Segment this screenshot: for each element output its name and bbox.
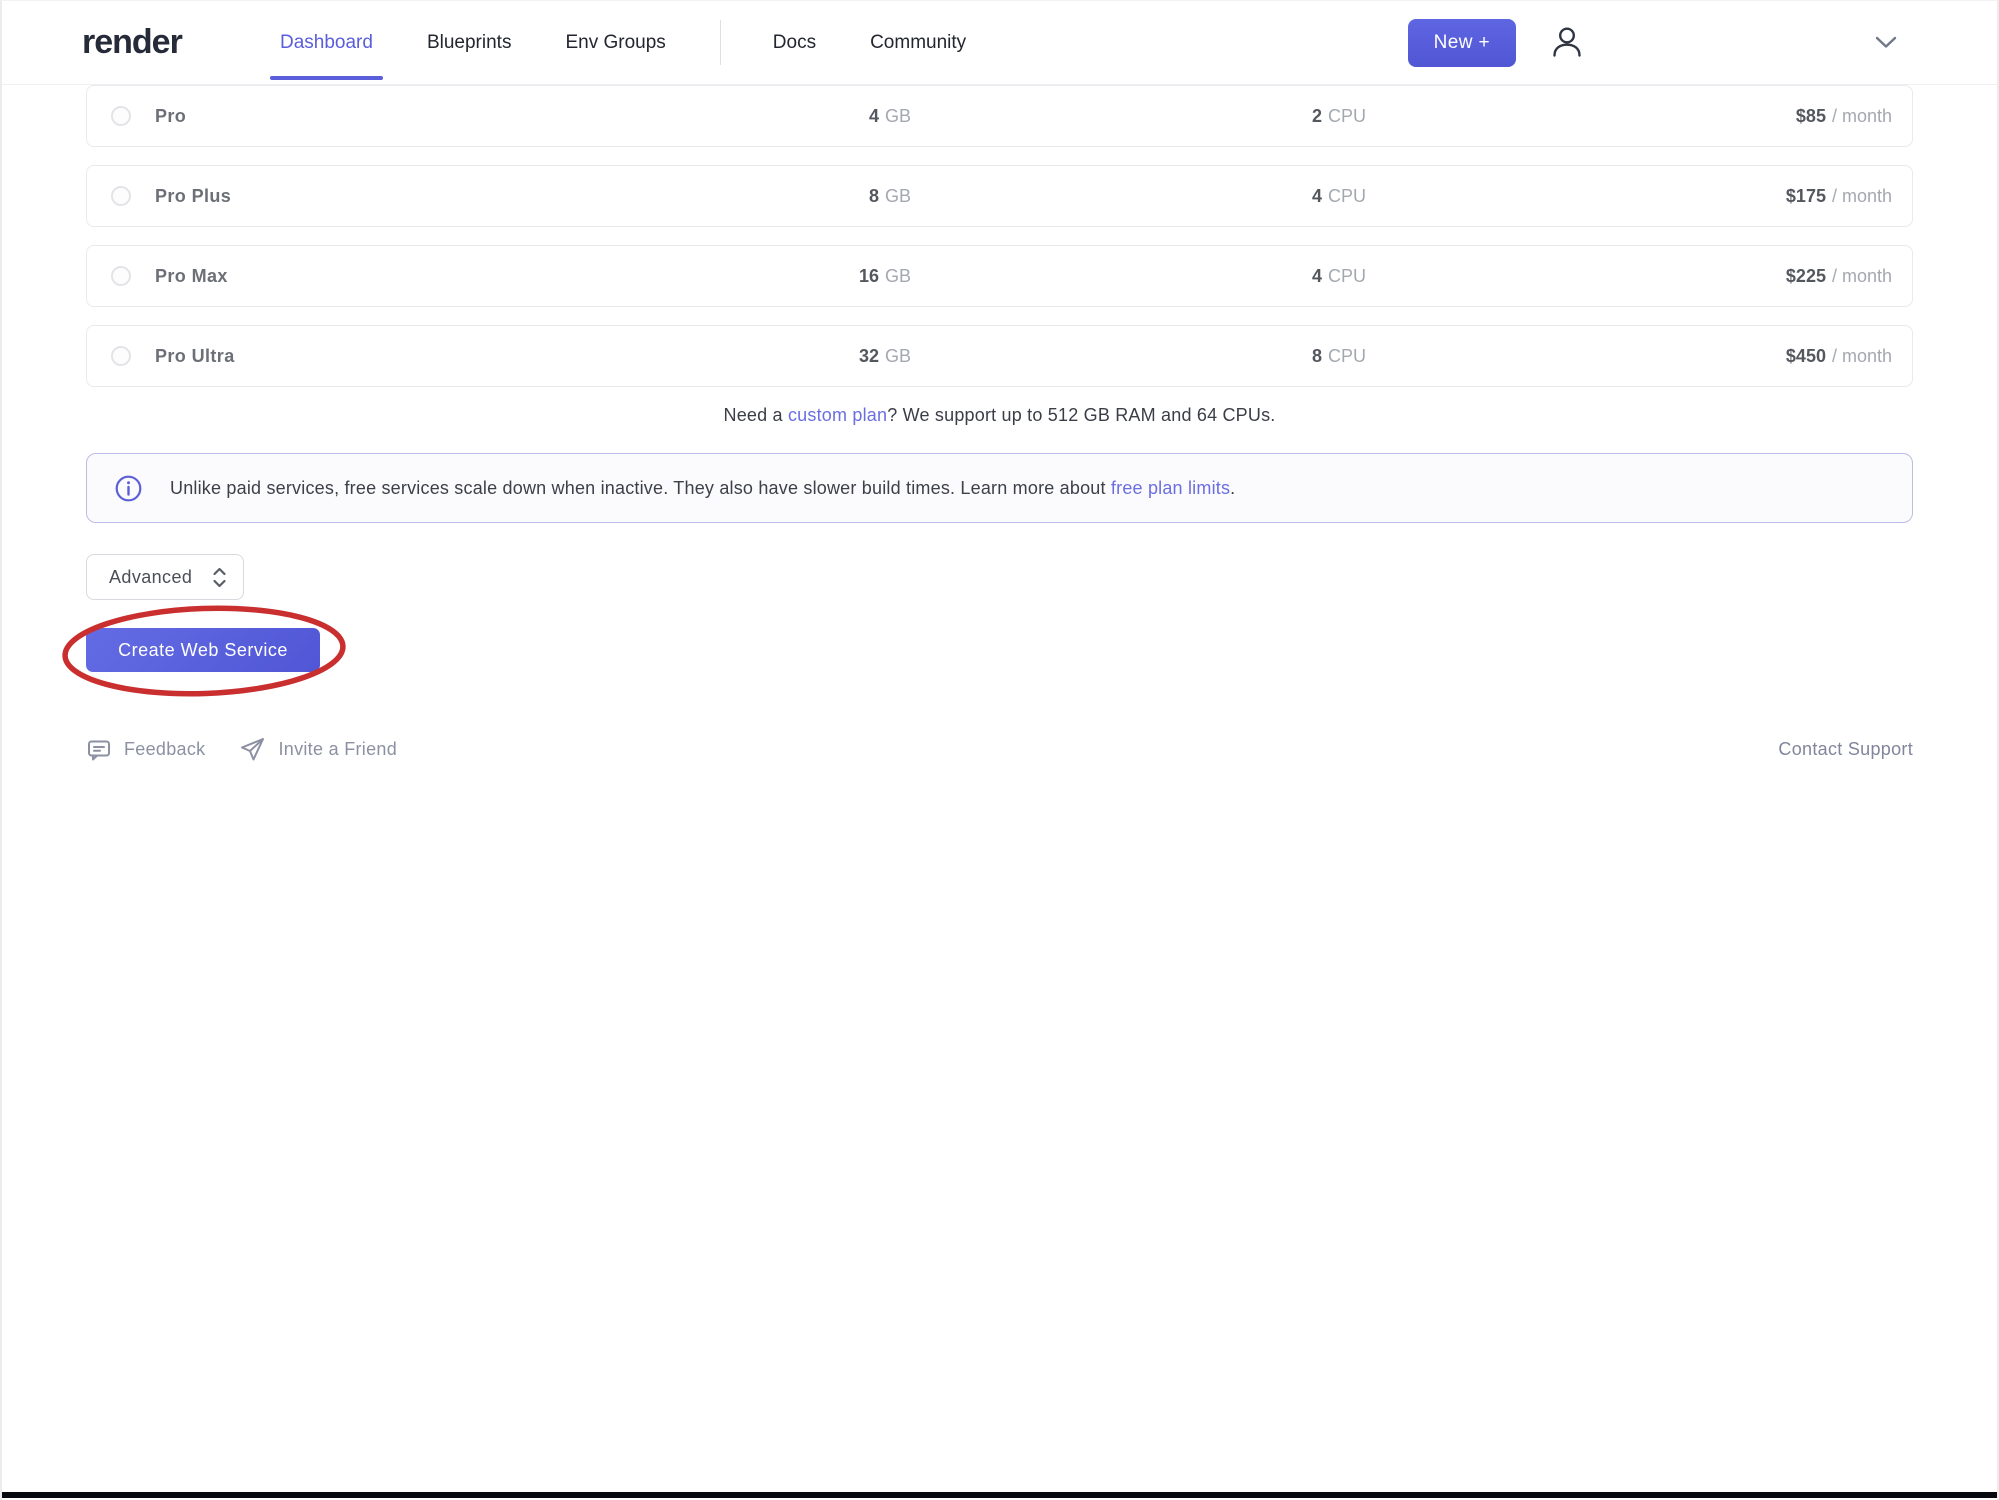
sort-chevrons-icon — [212, 566, 227, 589]
plan-price: $450/ month — [1366, 346, 1892, 367]
plan-name: Pro Plus — [155, 186, 231, 207]
plan-row-pro-max[interactable]: Pro Max 16GB 4CPU $225/ month — [86, 245, 1913, 307]
info-text-suffix: . — [1230, 478, 1235, 498]
info-text-body: Unlike paid services, free services scal… — [170, 478, 1111, 498]
bottom-window-edge — [2, 1492, 1997, 1498]
feedback-link[interactable]: Feedback — [86, 737, 205, 763]
plan-cpu: 8CPU — [911, 346, 1366, 367]
custom-plan-link[interactable]: custom plan — [788, 405, 887, 425]
plan-name: Pro — [155, 106, 186, 127]
custom-plan-suffix: ? We support up to 512 GB RAM and 64 CPU… — [887, 405, 1275, 425]
free-plan-info-banner: Unlike paid services, free services scal… — [86, 453, 1913, 523]
radio-button-pro-max[interactable] — [111, 266, 131, 286]
info-icon — [115, 475, 142, 502]
free-plan-limits-link[interactable]: free plan limits — [1111, 478, 1230, 498]
invite-friend-link[interactable]: Invite a Friend — [239, 736, 397, 763]
top-nav: render Dashboard Blueprints Env Groups D… — [2, 1, 1997, 85]
plan-ram: 8GB — [531, 186, 911, 207]
plan-price: $85/ month — [1366, 106, 1892, 127]
plan-cpu: 4CPU — [911, 186, 1366, 207]
nav-link-docs[interactable]: Docs — [773, 1, 816, 84]
radio-button-pro-ultra[interactable] — [111, 346, 131, 366]
plan-ram: 32GB — [531, 346, 911, 367]
plan-price: $175/ month — [1366, 186, 1892, 207]
plan-row-pro-ultra[interactable]: Pro Ultra 32GB 8CPU $450/ month — [86, 325, 1913, 387]
plan-row-pro[interactable]: Pro 4GB 2CPU $85/ month — [86, 85, 1913, 147]
new-button[interactable]: New + — [1408, 19, 1516, 67]
primary-nav: Dashboard Blueprints Env Groups Docs Com… — [280, 1, 1020, 84]
plan-list: Pro 4GB 2CPU $85/ month Pro Plus 8GB 4CP… — [86, 85, 1913, 387]
nav-tab-env-groups[interactable]: Env Groups — [565, 1, 665, 84]
page-footer: Feedback Invite a Friend Contact Support — [86, 736, 1913, 763]
nav-divider — [720, 20, 721, 65]
nav-tab-blueprints[interactable]: Blueprints — [427, 1, 512, 84]
advanced-toggle[interactable]: Advanced — [86, 554, 244, 600]
plan-cpu: 4CPU — [911, 266, 1366, 287]
nav-right-controls: New + — [1408, 1, 1997, 84]
contact-support-link[interactable]: Contact Support — [1778, 739, 1913, 760]
chevron-down-icon[interactable] — [1875, 36, 1897, 49]
feedback-chat-icon — [86, 737, 112, 763]
main-content: Pro 4GB 2CPU $85/ month Pro Plus 8GB 4CP… — [86, 85, 1913, 763]
advanced-label: Advanced — [109, 567, 192, 588]
info-banner-text: Unlike paid services, free services scal… — [170, 478, 1235, 499]
plan-row-pro-plus[interactable]: Pro Plus 8GB 4CPU $175/ month — [86, 165, 1913, 227]
render-logo[interactable]: render — [82, 23, 200, 62]
create-web-service-button[interactable]: Create Web Service — [86, 628, 320, 672]
custom-plan-note: Need a custom plan? We support up to 512… — [86, 405, 1913, 426]
plan-cpu: 2CPU — [911, 106, 1366, 127]
radio-button-pro[interactable] — [111, 106, 131, 126]
plan-ram: 16GB — [531, 266, 911, 287]
create-button-area: Create Web Service — [86, 628, 320, 672]
user-avatar-icon[interactable] — [1546, 22, 1588, 64]
nav-link-community[interactable]: Community — [870, 1, 966, 84]
nav-tab-dashboard[interactable]: Dashboard — [280, 1, 373, 84]
custom-plan-prefix: Need a — [724, 405, 788, 425]
invite-label: Invite a Friend — [278, 739, 397, 760]
radio-button-pro-plus[interactable] — [111, 186, 131, 206]
render-create-service-page: render Dashboard Blueprints Env Groups D… — [0, 0, 1999, 1500]
feedback-label: Feedback — [124, 739, 205, 760]
plan-price: $225/ month — [1366, 266, 1892, 287]
paper-plane-icon — [239, 736, 266, 763]
plan-ram: 4GB — [531, 106, 911, 127]
plan-name: Pro Max — [155, 266, 228, 287]
plan-name: Pro Ultra — [155, 346, 235, 367]
